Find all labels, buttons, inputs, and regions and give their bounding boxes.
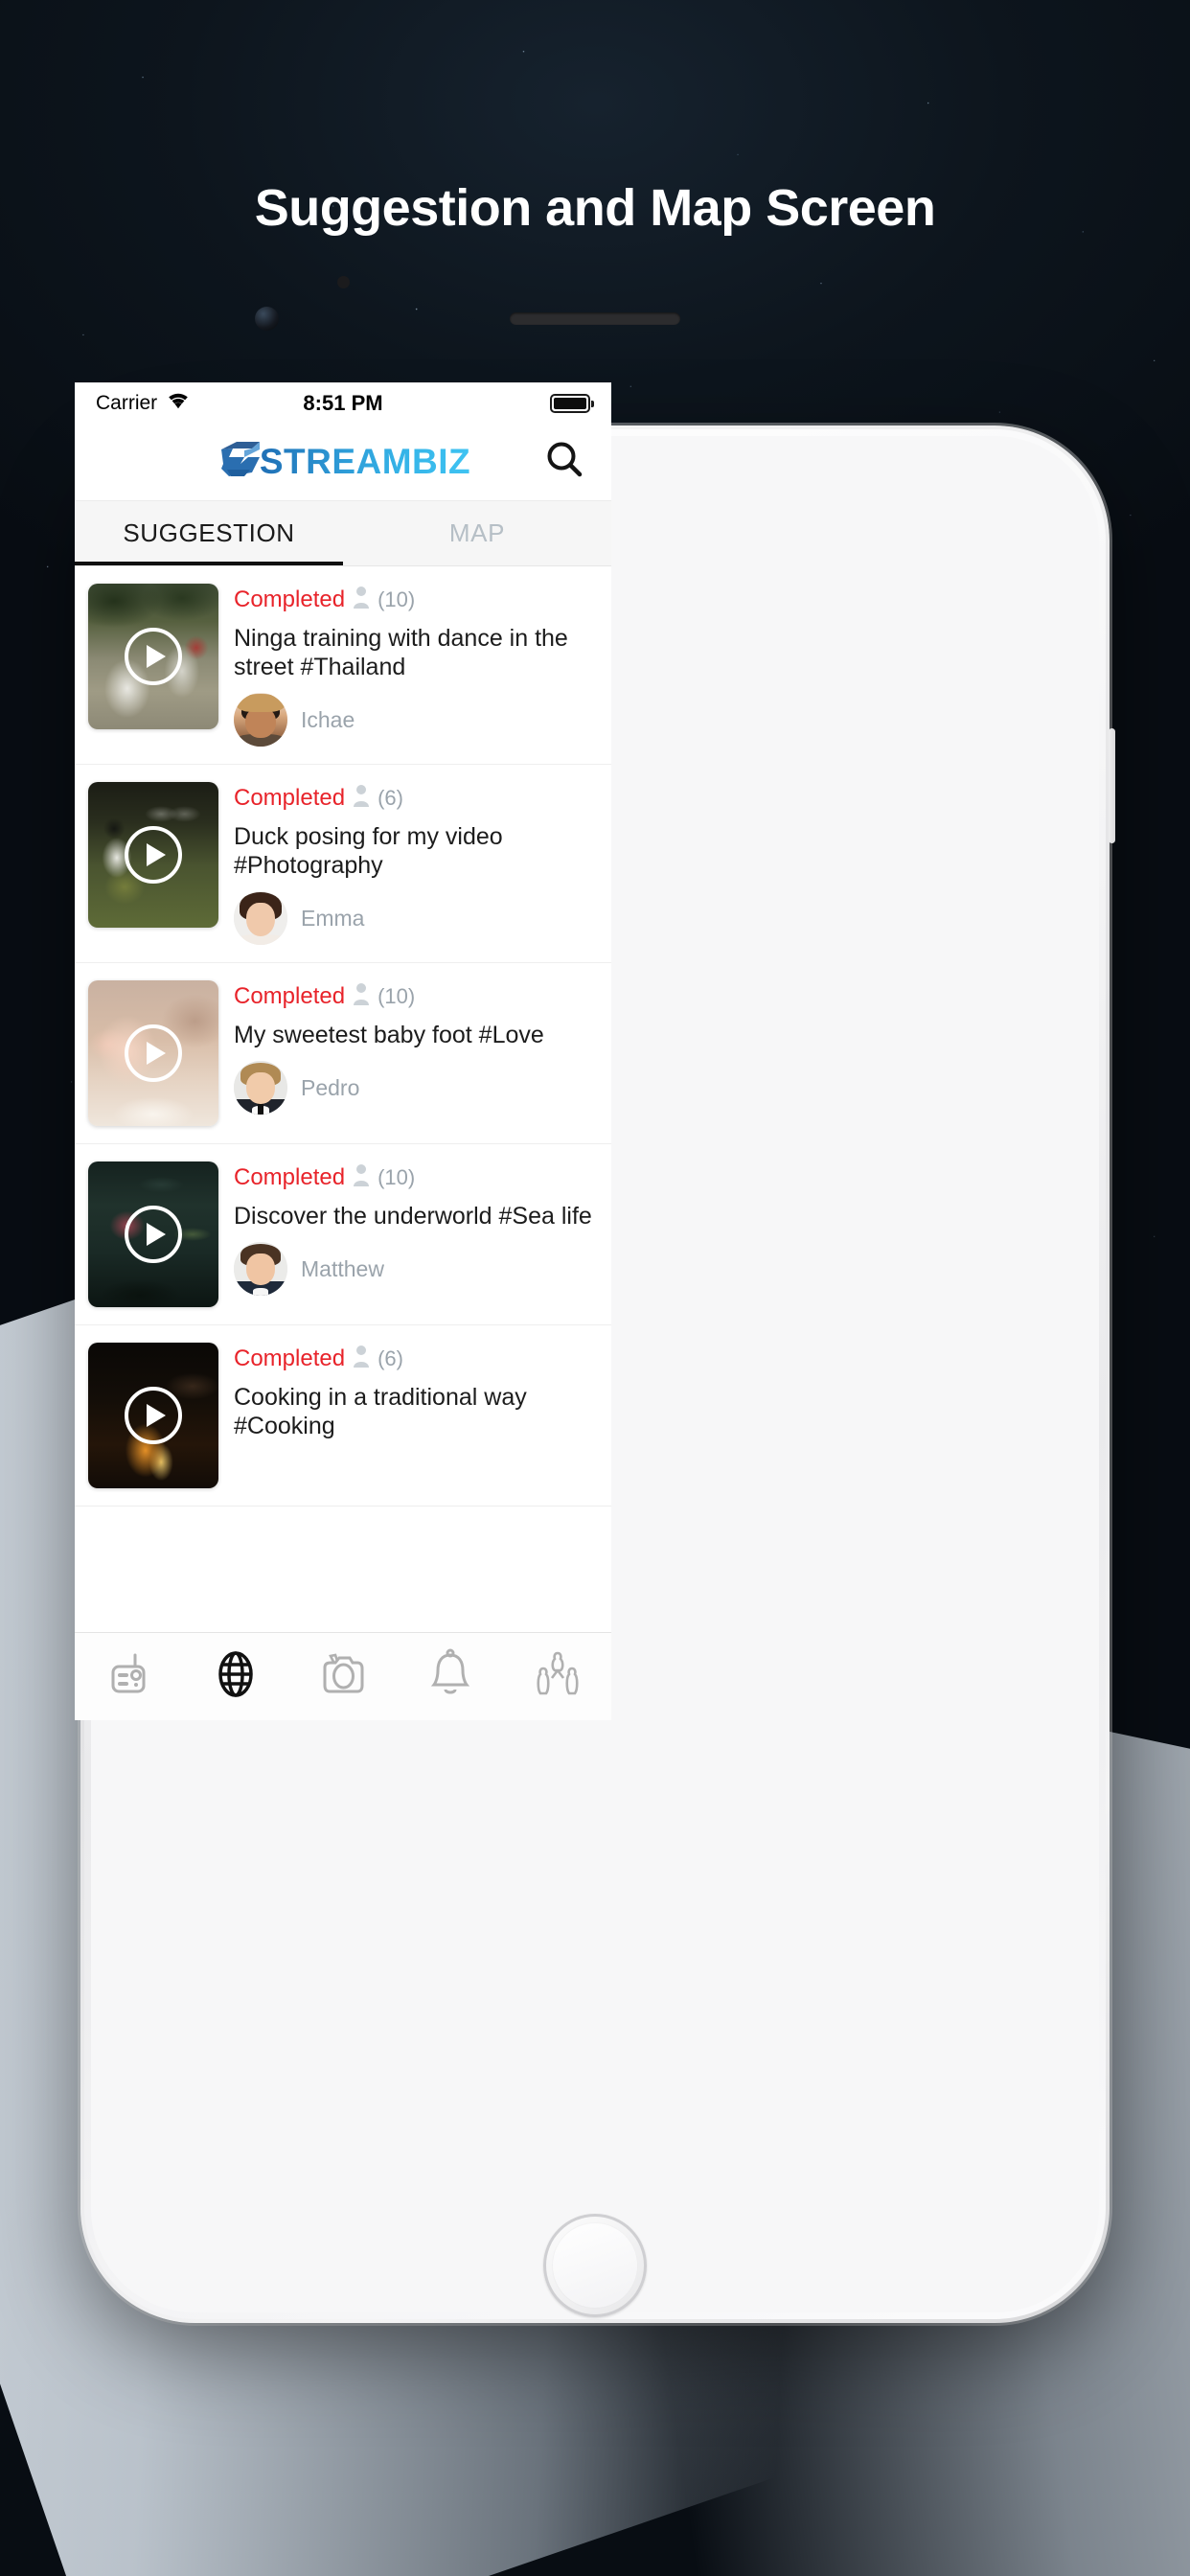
nav-item-radio[interactable] <box>75 1649 182 1704</box>
person-icon <box>352 586 371 613</box>
video-title: Ninga training with dance in the street … <box>234 625 568 680</box>
status-badge: Completed <box>234 784 346 811</box>
author-row[interactable]: Emma <box>234 891 596 945</box>
app-header: STREAMBIZ <box>75 423 611 501</box>
card-body: Completed (10) Ninga training with dance… <box>234 584 596 747</box>
avatar <box>234 1061 287 1115</box>
carrier-label: Carrier <box>96 391 158 414</box>
viewer-count: (6) <box>378 785 403 810</box>
play-icon[interactable] <box>125 1206 182 1263</box>
avatar <box>234 891 287 945</box>
app-logo: STREAMBIZ <box>216 438 470 485</box>
backdrop: Suggestion and Map Screen Carrier 8:51 P… <box>0 0 1190 2576</box>
status-badge: Completed <box>234 982 346 1009</box>
author-name: Ichae <box>301 706 355 732</box>
viewer-count: (10) <box>378 586 416 611</box>
play-icon[interactable] <box>125 826 182 884</box>
tab-suggestion[interactable]: SUGGESTION <box>75 501 343 565</box>
radio-icon <box>103 1649 153 1704</box>
nav-item-notifications[interactable] <box>397 1648 504 1705</box>
card-meta: Completed (10) <box>234 1163 596 1191</box>
video-title: Duck posing for my video #Photography <box>234 823 503 879</box>
nav-item-camera[interactable] <box>289 1650 397 1703</box>
card-body: Completed (6) Duck posing for my video #… <box>234 782 596 945</box>
battery-full-icon <box>550 393 594 413</box>
phone-earpiece-speaker <box>510 312 680 325</box>
tab-bar: SUGGESTION MAP <box>75 501 611 566</box>
table-row[interactable]: Completed (10) Discover the underworld #… <box>75 1144 611 1325</box>
app-logo-text: STREAMBIZ <box>259 441 471 481</box>
globe-icon <box>210 1648 262 1705</box>
tab-map-label: MAP <box>448 518 506 547</box>
tab-map[interactable]: MAP <box>343 501 611 565</box>
card-body: Completed (10) Discover the underworld #… <box>234 1162 596 1307</box>
play-icon[interactable] <box>125 1024 182 1082</box>
bell-icon <box>427 1648 473 1705</box>
status-bar-left: Carrier <box>96 391 191 415</box>
table-row[interactable]: Completed (6) Duck posing for my video #… <box>75 765 611 963</box>
author-row[interactable]: Pedro <box>234 1061 596 1115</box>
avatar <box>234 1242 287 1296</box>
proximity-sensor-icon <box>337 276 350 288</box>
front-camera-icon <box>255 307 279 331</box>
person-icon <box>352 784 371 812</box>
baby-foot-thumbnail[interactable] <box>88 980 218 1126</box>
author-name: Pedro <box>301 1074 360 1100</box>
underwater-fish-thumbnail[interactable] <box>88 1162 218 1307</box>
duck-on-grass-thumbnail[interactable] <box>88 782 218 928</box>
page-title: Suggestion and Map Screen <box>254 179 936 237</box>
author-row[interactable]: Matthew <box>234 1242 596 1296</box>
table-row[interactable]: Completed (6) Cooking in a traditional w… <box>75 1325 611 1506</box>
cooking-fire-thumbnail[interactable] <box>88 1343 218 1488</box>
card-meta: Completed (10) <box>234 586 596 613</box>
card-meta: Completed (6) <box>234 1345 596 1372</box>
nav-item-community[interactable] <box>504 1649 611 1704</box>
person-icon <box>352 1163 371 1191</box>
search-button[interactable] <box>542 440 586 484</box>
video-title: My sweetest baby foot #Love <box>234 1022 544 1048</box>
viewer-count: (10) <box>378 1164 416 1189</box>
person-icon <box>352 1345 371 1372</box>
avatar <box>234 693 287 747</box>
group-people-icon <box>531 1649 584 1704</box>
video-title: Cooking in a traditional way #Cooking <box>234 1384 527 1439</box>
wifi-icon <box>166 391 191 415</box>
bottom-navigation-bar <box>75 1632 611 1720</box>
play-icon[interactable] <box>125 628 182 685</box>
camera-icon <box>317 1650 369 1703</box>
home-button[interactable] <box>543 2214 647 2317</box>
search-icon <box>544 439 584 484</box>
status-badge: Completed <box>234 1345 346 1371</box>
tab-suggestion-label: SUGGESTION <box>123 518 295 547</box>
table-row[interactable]: Completed (10) My sweetest baby foot #Lo… <box>75 963 611 1144</box>
status-badge: Completed <box>234 1163 346 1190</box>
status-bar: Carrier 8:51 PM <box>75 382 611 423</box>
card-body: Completed (10) My sweetest baby foot #Lo… <box>234 980 596 1126</box>
author-name: Emma <box>301 905 365 931</box>
status-bar-right <box>550 393 594 413</box>
viewer-count: (10) <box>378 983 416 1008</box>
app-screen: Carrier 8:51 PM STREAMBIZ SUGGESTION MAP… <box>75 382 611 1720</box>
author-name: Matthew <box>301 1255 384 1281</box>
phone-power-button <box>1109 728 1115 843</box>
nav-item-globe[interactable] <box>182 1648 289 1705</box>
viewer-count: (6) <box>378 1346 403 1370</box>
suggestion-feed-list[interactable]: Completed (10) Ninga training with dance… <box>75 566 611 1632</box>
card-meta: Completed (10) <box>234 982 596 1010</box>
table-row[interactable]: Completed (10) Ninga training with dance… <box>75 566 611 765</box>
card-meta: Completed (6) <box>234 784 596 812</box>
video-title: Discover the underworld #Sea life <box>234 1203 592 1230</box>
streambiz-s-logo-icon <box>216 438 265 485</box>
play-icon[interactable] <box>125 1387 182 1444</box>
person-icon <box>352 982 371 1010</box>
status-badge: Completed <box>234 586 346 612</box>
card-body: Completed (6) Cooking in a traditional w… <box>234 1343 596 1488</box>
author-row[interactable]: Ichae <box>234 693 596 747</box>
ninja-training-street-thumbnail[interactable] <box>88 584 218 729</box>
